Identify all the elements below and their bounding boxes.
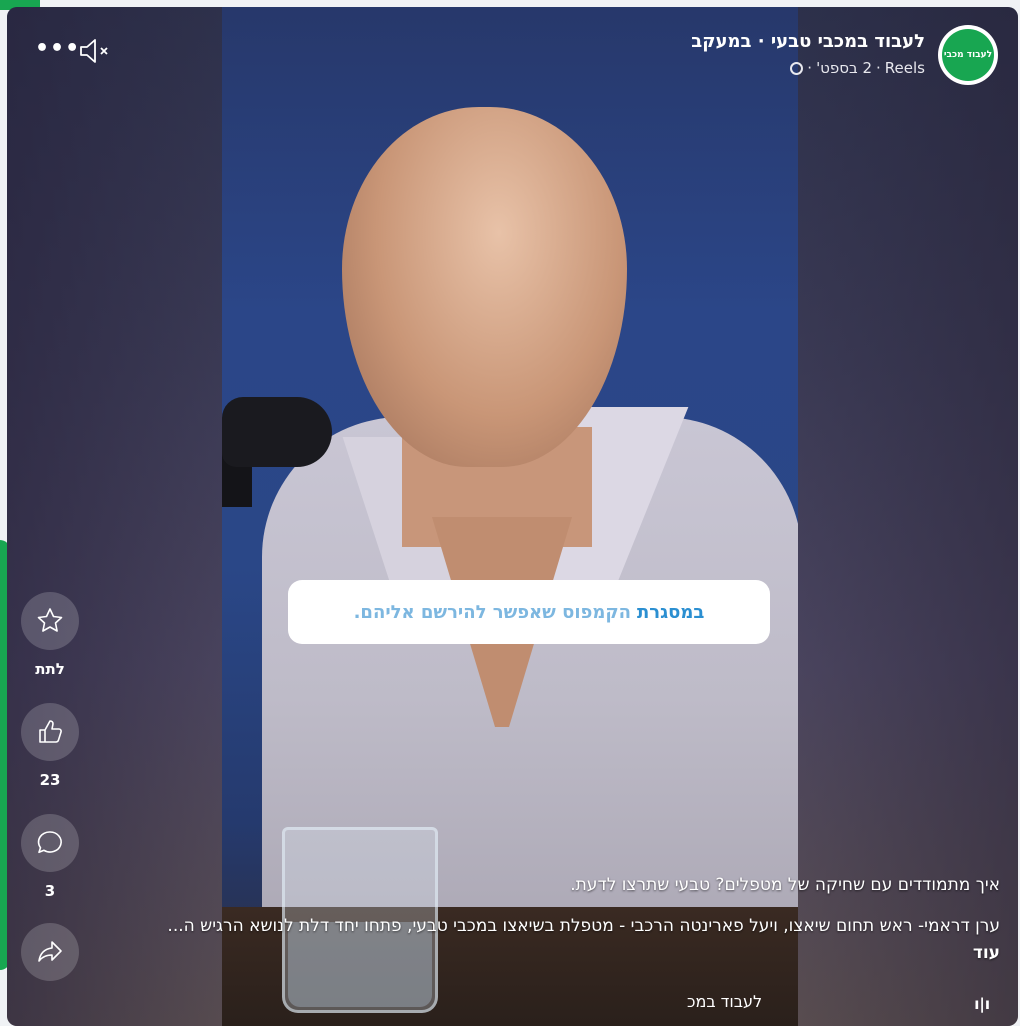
post-description-line2: ערן דראמי- ראש תחום שיאצו, ויעל פארינטה … [140, 913, 1000, 967]
give-action[interactable]: לתת [21, 592, 79, 678]
share-icon[interactable] [21, 923, 79, 981]
post-meta: Reels · 2 בספט' · [790, 59, 925, 77]
post-date[interactable]: 2 בספט' [816, 59, 872, 77]
video-backdrop-right [798, 7, 1018, 1026]
more-dots-icon[interactable]: ••• [35, 38, 80, 60]
comment-icon[interactable] [21, 814, 79, 872]
like-count: 23 [39, 771, 61, 789]
video-caption-highlight: במסגרת [636, 601, 705, 623]
share-action[interactable] [21, 923, 79, 981]
video-caption-text: הקמפוס שאפשר להירשם אליהם. [353, 601, 631, 623]
audio-track-name[interactable]: לעבוד במכ [687, 992, 762, 1011]
video-microphone [222, 397, 332, 467]
page-avatar-logo: לעבוד מכבי [942, 29, 994, 81]
comment-count: 3 [44, 882, 56, 900]
meta-separator: · [876, 59, 881, 77]
like-action[interactable]: 23 [21, 703, 79, 789]
post-description-line1: איך מתמודדים עם שחיקה של מטפלים? טבעי שת… [570, 875, 1000, 895]
like-icon[interactable] [21, 703, 79, 761]
video-caption: במסגרת הקמפוס שאפשר להירשם אליהם. [288, 580, 770, 644]
video-figure-head [342, 107, 627, 467]
post-type[interactable]: Reels [885, 59, 925, 77]
give-label: לתת [35, 660, 65, 678]
see-more-link[interactable]: עוד [973, 943, 1000, 963]
page-avatar[interactable]: לעבוד מכבי [938, 25, 998, 85]
mute-icon[interactable] [77, 37, 113, 65]
comment-action[interactable]: 3 [21, 814, 79, 900]
post-description-text: ערן דראמי- ראש תחום שיאצו, ויעל פארינטה … [167, 916, 1000, 936]
reel-video[interactable] [222, 7, 798, 1026]
globe-icon [790, 61, 804, 75]
page-name[interactable]: לעבוד במכבי טבעי · במעקב [691, 31, 925, 52]
reel-container[interactable]: במסגרת הקמפוס שאפשר להירשם אליהם. לעבוד … [7, 7, 1018, 1026]
meta-separator: · [807, 59, 813, 77]
star-sparkle-icon[interactable] [21, 592, 79, 650]
audio-icon: ı|ı [974, 995, 990, 1013]
